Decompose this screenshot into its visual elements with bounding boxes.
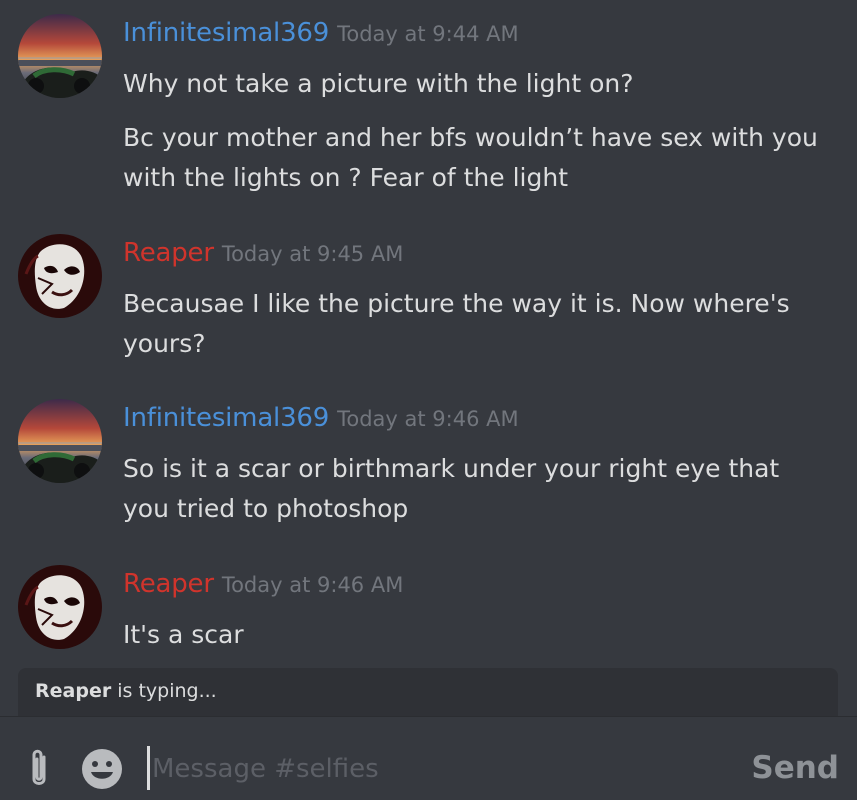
avatar-infinitesimal369[interactable] [18, 399, 102, 483]
message-text: you tried to photoshop [123, 494, 409, 523]
timestamp: Today at 9:46 AM [221, 573, 404, 597]
paperclip-icon[interactable] [24, 747, 54, 791]
emoji-icon[interactable] [80, 747, 124, 791]
mask-avatar [18, 565, 102, 649]
avatar-infinitesimal369[interactable] [18, 14, 102, 98]
message-header: Infinitesimal369 Today at 9:46 AM [123, 403, 519, 433]
username[interactable]: Infinitesimal369 [123, 403, 329, 433]
message-header: Reaper Today at 9:45 AM [123, 238, 403, 268]
sunset-motorcycle-avatar [18, 399, 102, 483]
send-button[interactable]: Send [751, 745, 839, 791]
message-composer: Send [0, 716, 857, 800]
message-input[interactable] [152, 747, 712, 791]
avatar-reaper[interactable] [18, 234, 102, 318]
text-caret [147, 746, 150, 790]
chat-window: Infinitesimal369 Today at 9:44 AM Why not… [0, 0, 857, 800]
typing-indicator: Reaper is typing... [18, 668, 838, 716]
typing-username: Reaper [35, 680, 112, 702]
message-text: Becausae I like the picture the way it i… [123, 289, 790, 318]
username[interactable]: Infinitesimal369 [123, 18, 329, 48]
message-header: Reaper Today at 9:46 AM [123, 569, 403, 599]
timestamp: Today at 9:46 AM [337, 407, 519, 431]
timestamp: Today at 9:44 AM [337, 22, 519, 46]
message-text: with the lights on ? Fear of the light [123, 163, 569, 192]
username[interactable]: Reaper [123, 569, 214, 599]
message-text: It's a scar [123, 620, 244, 649]
message-text: Why not take a picture with the light on… [123, 69, 634, 98]
message-header: Infinitesimal369 Today at 9:44 AM [123, 18, 519, 48]
sunset-motorcycle-avatar [18, 14, 102, 98]
timestamp: Today at 9:45 AM [221, 242, 404, 266]
username[interactable]: Reaper [123, 238, 214, 268]
message-list: Infinitesimal369 Today at 9:44 AM Why not… [0, 0, 857, 666]
avatar-reaper[interactable] [18, 565, 102, 649]
message-text: So is it a scar or birthmark under your … [123, 454, 780, 483]
message-text: yours? [123, 329, 206, 358]
typing-suffix: is typing... [111, 680, 217, 702]
mask-avatar [18, 234, 102, 318]
message-text: Bc your mother and her bfs wouldn’t have… [123, 123, 818, 152]
typing-text: Reaper is typing... [35, 680, 217, 702]
